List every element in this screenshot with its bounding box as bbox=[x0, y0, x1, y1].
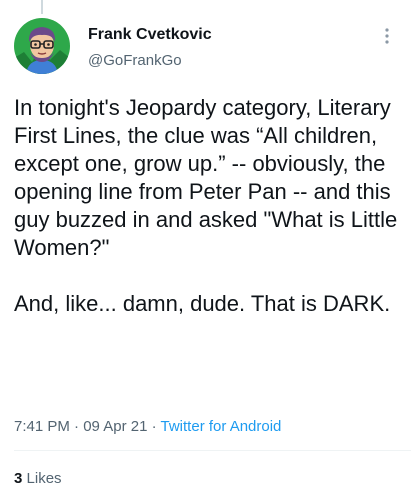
meta-separator: · bbox=[151, 418, 157, 435]
meta-separator: · bbox=[74, 418, 80, 435]
tweet-date[interactable]: 09 Apr 21 bbox=[83, 418, 147, 435]
divider bbox=[14, 450, 411, 451]
tweet-meta: 7:41 PM · 09 Apr 21 · Twitter for Androi… bbox=[14, 418, 281, 435]
tweet-header: Frank Cvetkovic @GoFrankGo bbox=[14, 18, 397, 80]
tweet-text: In tonight's Jeopardy category, Literary… bbox=[14, 95, 398, 316]
tweet-source-link[interactable]: Twitter for Android bbox=[161, 418, 282, 435]
avatar[interactable] bbox=[14, 18, 70, 74]
thread-connector-line bbox=[41, 0, 43, 14]
tweet-time[interactable]: 7:41 PM bbox=[14, 418, 70, 435]
likes-count: 3 bbox=[14, 470, 23, 487]
author-name[interactable]: Frank Cvetkovic bbox=[88, 26, 212, 44]
likes-label: Likes bbox=[26, 470, 62, 487]
avatar-illustration bbox=[14, 18, 70, 74]
author-handle[interactable]: @GoFrankGo bbox=[88, 52, 182, 69]
more-options-icon[interactable] bbox=[377, 24, 397, 48]
likes-stat[interactable]: 3 Likes bbox=[14, 470, 62, 487]
